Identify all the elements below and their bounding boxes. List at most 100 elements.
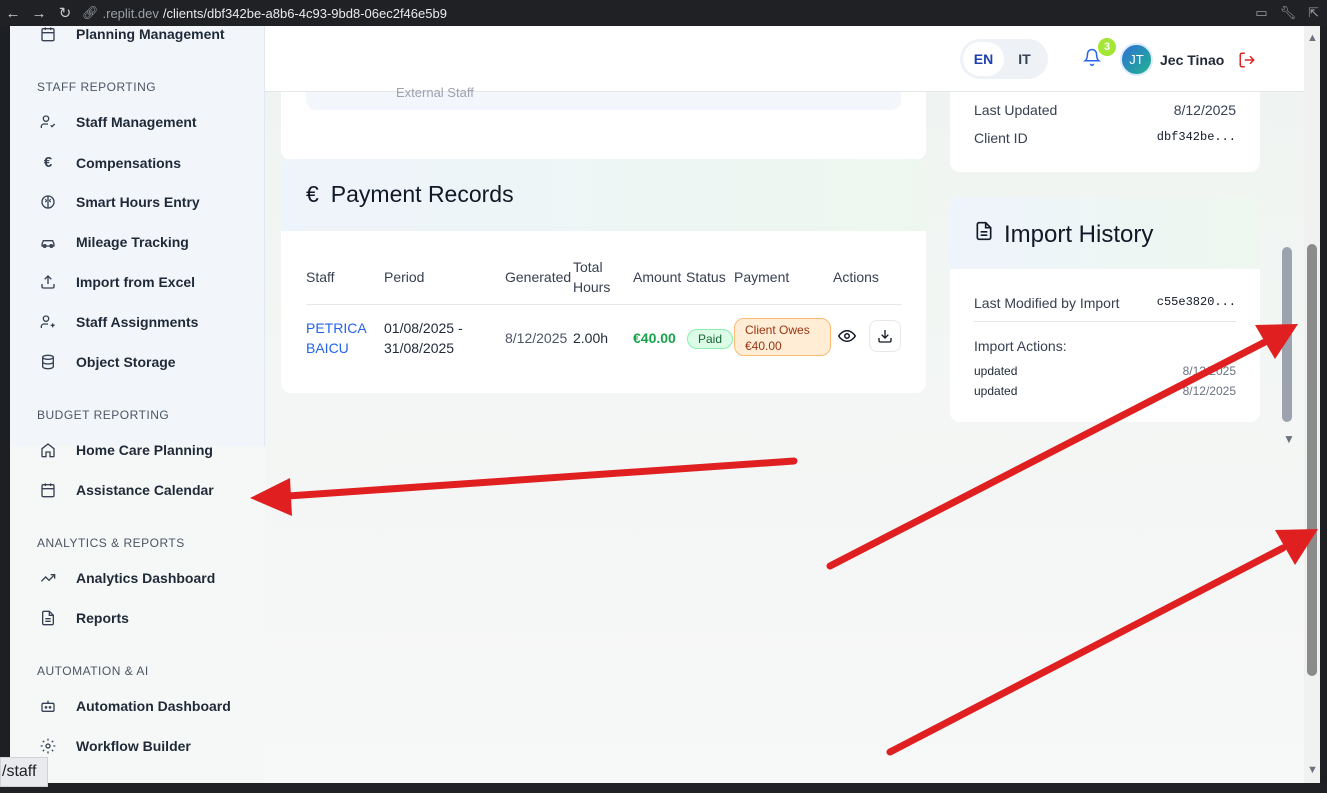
upload-icon bbox=[38, 274, 58, 290]
lang-it-button[interactable]: IT bbox=[1004, 42, 1045, 76]
sidebar-item-label: Staff Assignments bbox=[76, 314, 199, 330]
back-icon[interactable]: ← bbox=[0, 0, 26, 26]
staff-last-name[interactable]: BAICU bbox=[306, 338, 367, 358]
column-header-period[interactable]: Period bbox=[384, 267, 424, 287]
address-bar[interactable]: 🔗︎ .replit.dev/clients/dbf342be-a8b6-4c9… bbox=[82, 5, 447, 21]
user-plus-icon bbox=[38, 314, 58, 330]
sidebar-item-staff-management[interactable]: Staff Management bbox=[38, 114, 197, 130]
user-check-icon bbox=[38, 114, 58, 130]
reload-icon[interactable]: ↻ bbox=[52, 0, 78, 26]
trending-up-icon bbox=[38, 570, 58, 586]
user-name[interactable]: Jec Tinao bbox=[1160, 52, 1224, 68]
import-history-title: Import History bbox=[1004, 220, 1154, 248]
sidebar-item-assistance-calendar[interactable]: Assistance Calendar bbox=[38, 482, 214, 498]
brain-icon bbox=[38, 194, 58, 210]
staff-first-name[interactable]: PETRICA bbox=[306, 318, 367, 338]
content-scrollbar-thumb[interactable] bbox=[1282, 247, 1292, 422]
column-header-payment[interactable]: Payment bbox=[734, 267, 789, 287]
payment-records-title: Payment Records bbox=[330, 181, 514, 207]
forward-icon[interactable]: → bbox=[26, 0, 52, 26]
section-budget-reporting: BUDGET REPORTING bbox=[37, 408, 170, 422]
sidebar-item-automation-dashboard[interactable]: Automation Dashboard bbox=[38, 698, 231, 714]
scroll-up-icon[interactable]: ▲ bbox=[1307, 32, 1318, 44]
content-scrollbar[interactable]: ▼ bbox=[1280, 92, 1296, 452]
sidebar-item-label: Import from Excel bbox=[76, 274, 196, 290]
last-updated-row: Last Updated 8/12/2025 bbox=[974, 102, 1236, 118]
column-header-amount[interactable]: Amount bbox=[633, 267, 681, 287]
sidebar-item-label: Mileage Tracking bbox=[76, 234, 189, 250]
status-badge: Paid bbox=[687, 329, 733, 349]
gear-icon bbox=[38, 738, 58, 754]
column-header-total-hours[interactable]: Total Hours bbox=[573, 257, 618, 297]
sidebar-item-label: Planning Management bbox=[76, 26, 225, 42]
sidebar-item-label: Compensations bbox=[76, 154, 182, 171]
page-scrollbar[interactable]: ▲ ▼ bbox=[1304, 26, 1320, 783]
column-header-status[interactable]: Status bbox=[686, 267, 726, 287]
import-history-card: Import History Last Modified by Import c… bbox=[950, 197, 1260, 422]
sidebar-item-label: Assistance Calendar bbox=[76, 482, 214, 498]
view-icon[interactable] bbox=[837, 327, 857, 350]
import-action-text: updated bbox=[974, 364, 1018, 378]
import-action-item: updated 8/12/2025 bbox=[974, 364, 1236, 378]
scroll-down-icon[interactable]: ▼ bbox=[1283, 432, 1295, 446]
window-bottom-edge bbox=[0, 783, 1327, 793]
client-id-row: Client ID dbf342be... bbox=[974, 130, 1236, 146]
staff-link[interactable]: PETRICA BAICU bbox=[306, 318, 367, 358]
devices-icon[interactable]: ▭ bbox=[1255, 5, 1267, 21]
sidebar-item-planning-management[interactable]: Planning Management bbox=[38, 26, 225, 42]
payment-badge-amount: €40.00 bbox=[745, 339, 782, 353]
car-icon bbox=[38, 234, 58, 250]
lang-en-button[interactable]: EN bbox=[963, 42, 1004, 76]
sidebar-item-label: Home Care Planning bbox=[76, 442, 213, 458]
app-viewport: EN IT 3 JT Jec Tinao External Staff € Pa… bbox=[10, 26, 1320, 783]
column-header-staff[interactable]: Staff bbox=[306, 267, 335, 287]
sidebar-item-smart-hours-entry[interactable]: Smart Hours Entry bbox=[38, 194, 200, 210]
section-analytics-reports: ANALYTICS & REPORTS bbox=[37, 536, 185, 550]
sidebar-item-reports[interactable]: Reports bbox=[38, 610, 129, 626]
logout-icon[interactable] bbox=[1238, 51, 1256, 74]
bot-icon bbox=[38, 698, 58, 714]
period-cell: 01/08/2025 - 31/08/2025 bbox=[384, 318, 463, 358]
sidebar-item-label: Analytics Dashboard bbox=[76, 570, 216, 586]
link-icon: 🔗︎ bbox=[82, 5, 99, 20]
payment-records-header: € Payment Records bbox=[281, 159, 926, 231]
link-status-tooltip: /staff bbox=[0, 757, 48, 787]
database-icon bbox=[38, 354, 58, 370]
period-start: 01/08/2025 - bbox=[384, 320, 463, 336]
sidebar-item-analytics-dashboard[interactable]: Analytics Dashboard bbox=[38, 570, 215, 586]
last-updated-label: Last Updated bbox=[974, 102, 1058, 118]
table-divider bbox=[306, 304, 902, 305]
euro-icon: € bbox=[43, 154, 53, 171]
wrench-icon[interactable]: 🔧︎ bbox=[1280, 5, 1297, 21]
last-updated-value: 8/12/2025 bbox=[1173, 102, 1236, 118]
sidebar-item-label: Object Storage bbox=[76, 354, 176, 370]
sidebar-item-home-care-planning[interactable]: Home Care Planning bbox=[38, 442, 213, 458]
download-button[interactable] bbox=[869, 320, 901, 352]
sidebar: Planning Management STAFF REPORTING Staf… bbox=[10, 26, 265, 783]
last-modified-label: Last Modified by Import bbox=[974, 295, 1120, 311]
sidebar-item-staff-assignments[interactable]: Staff Assignments bbox=[38, 314, 198, 330]
page-scrollbar-thumb[interactable] bbox=[1307, 244, 1317, 676]
language-toggle: EN IT bbox=[960, 39, 1048, 79]
sidebar-item-mileage-tracking[interactable]: Mileage Tracking bbox=[38, 234, 189, 250]
document-icon bbox=[974, 220, 994, 249]
sidebar-item-import-from-excel[interactable]: Import from Excel bbox=[38, 274, 195, 290]
sidebar-item-compensations[interactable]: € Compensations bbox=[38, 154, 181, 171]
sidebar-item-object-storage[interactable]: Object Storage bbox=[38, 354, 176, 370]
notification-badge: 3 bbox=[1098, 38, 1116, 56]
calendar-icon bbox=[38, 482, 58, 498]
column-header-generated[interactable]: Generated bbox=[505, 267, 571, 287]
scroll-down-icon[interactable]: ▼ bbox=[1307, 764, 1318, 776]
column-header-actions: Actions bbox=[833, 269, 879, 285]
sidebar-item-workflow-builder[interactable]: Workflow Builder bbox=[38, 738, 191, 754]
euro-icon: € bbox=[306, 181, 319, 207]
sidebar-item-label: Reports bbox=[76, 610, 129, 626]
open-external-icon[interactable]: ⇱ bbox=[1308, 5, 1319, 21]
avatar[interactable]: JT bbox=[1120, 43, 1153, 76]
generated-cell: 8/12/2025 bbox=[505, 330, 568, 346]
app-header: EN IT 3 JT Jec Tinao bbox=[265, 26, 1305, 92]
client-info-card: External Staff bbox=[281, 85, 926, 160]
import-actions-label: Import Actions: bbox=[974, 338, 1067, 354]
period-end: 31/08/2025 bbox=[384, 340, 455, 356]
last-modified-row: Last Modified by Import c55e3820... bbox=[974, 295, 1236, 311]
